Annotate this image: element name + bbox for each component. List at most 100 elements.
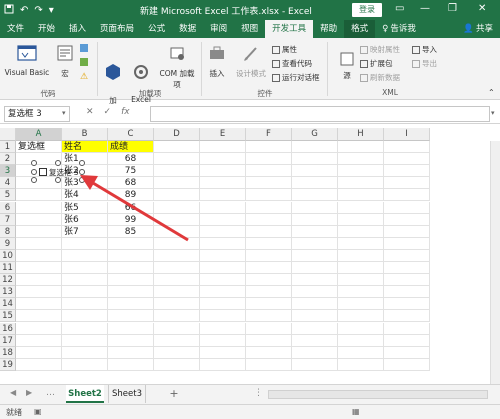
grid-cell[interactable]: [200, 165, 246, 178]
grid-cell[interactable]: [154, 274, 200, 287]
tab-review[interactable]: 审阅: [203, 20, 234, 38]
grid-cell[interactable]: [16, 201, 62, 214]
login-button[interactable]: 登录: [352, 3, 382, 17]
expansion-pack-button[interactable]: 扩展包: [360, 58, 393, 69]
grid-cell[interactable]: [338, 358, 384, 371]
grid-cell[interactable]: [246, 262, 292, 275]
macro-button[interactable]: 宏: [54, 44, 76, 79]
expand-formula-icon[interactable]: ▾: [491, 109, 495, 117]
horizontal-scrollbar[interactable]: [268, 390, 488, 399]
score-cell[interactable]: 85: [108, 225, 154, 238]
grid-cell[interactable]: [338, 310, 384, 323]
grid-cell[interactable]: [108, 286, 154, 299]
grid-cell[interactable]: [200, 213, 246, 226]
grid-cell[interactable]: [338, 274, 384, 287]
tab-page-layout[interactable]: 页面布局: [93, 20, 141, 38]
grid-cell[interactable]: [292, 249, 338, 262]
grid-cell[interactable]: [154, 165, 200, 178]
grid-cell[interactable]: [292, 225, 338, 238]
grid-cell[interactable]: [154, 153, 200, 166]
grid-cell[interactable]: [384, 358, 430, 371]
grid-cell[interactable]: [384, 286, 430, 299]
grid-cell[interactable]: [246, 189, 292, 202]
tab-developer[interactable]: 开发工具: [265, 20, 314, 38]
grid-cell[interactable]: [338, 334, 384, 347]
record-macro-icon[interactable]: [80, 44, 88, 52]
grid-cell[interactable]: [246, 358, 292, 371]
grid-cell[interactable]: [108, 237, 154, 250]
grid-cell[interactable]: [292, 213, 338, 226]
grid-cell[interactable]: [108, 322, 154, 335]
vertical-scrollbar[interactable]: [490, 141, 500, 384]
grid-cell[interactable]: [62, 298, 108, 311]
cell-b1[interactable]: 姓名: [62, 141, 108, 154]
grid-cell[interactable]: [338, 298, 384, 311]
grid-cell[interactable]: [200, 310, 246, 323]
export-button[interactable]: 导出: [412, 58, 437, 69]
refresh-data-button[interactable]: 刷新数据: [360, 72, 400, 83]
grid-cell[interactable]: [292, 322, 338, 335]
grid-cell[interactable]: [154, 201, 200, 214]
row-header-17[interactable]: 17: [0, 334, 16, 347]
grid-cell[interactable]: [200, 262, 246, 275]
grid-cell[interactable]: [292, 346, 338, 359]
restore-icon[interactable]: ❐: [448, 3, 457, 14]
grid-cell[interactable]: [338, 225, 384, 238]
tab-view[interactable]: 视图: [234, 20, 265, 38]
grid-cell[interactable]: [154, 177, 200, 190]
grid-cell[interactable]: [200, 274, 246, 287]
grid-cell[interactable]: [384, 189, 430, 202]
resize-handle[interactable]: [79, 177, 85, 183]
grid-cell[interactable]: [108, 358, 154, 371]
grid-cell[interactable]: [246, 334, 292, 347]
grid-cell[interactable]: [16, 298, 62, 311]
grid-cell[interactable]: [246, 141, 292, 154]
grid-cell[interactable]: [246, 298, 292, 311]
more-sheets-icon[interactable]: …: [46, 388, 55, 398]
grid-cell[interactable]: [154, 346, 200, 359]
grid-cell[interactable]: [200, 298, 246, 311]
grid-cell[interactable]: [200, 141, 246, 154]
grid-cell[interactable]: [338, 322, 384, 335]
grid-cell[interactable]: [292, 262, 338, 275]
macro-record-icon[interactable]: ▣: [34, 407, 42, 416]
grid-cell[interactable]: [16, 262, 62, 275]
relative-reference-icon[interactable]: [80, 58, 88, 66]
row-header-7[interactable]: 7: [0, 213, 16, 226]
grid-cell[interactable]: [246, 346, 292, 359]
column-header-d[interactable]: D: [154, 128, 200, 141]
row-header-2[interactable]: 2: [0, 153, 16, 166]
tab-formulas[interactable]: 公式: [141, 20, 172, 38]
scroll-right-icon[interactable]: ▶: [26, 388, 32, 397]
grid-cell[interactable]: [16, 249, 62, 262]
grid-cell[interactable]: [292, 201, 338, 214]
more-options-icon[interactable]: ⋮: [254, 388, 263, 398]
ribbon-display-icon[interactable]: ▭: [395, 3, 404, 14]
grid-cell[interactable]: [62, 334, 108, 347]
grid-cell[interactable]: [384, 249, 430, 262]
grid-cell[interactable]: [338, 165, 384, 178]
grid-cell[interactable]: [16, 189, 62, 202]
grid-cell[interactable]: [338, 189, 384, 202]
grid-cell[interactable]: [108, 274, 154, 287]
cell-a1[interactable]: 复选框: [16, 141, 62, 154]
grid-cell[interactable]: [384, 141, 430, 154]
grid-cell[interactable]: [108, 346, 154, 359]
grid-cell[interactable]: [384, 334, 430, 347]
score-cell[interactable]: 68: [108, 177, 154, 190]
grid-cell[interactable]: [384, 213, 430, 226]
visual-basic-button[interactable]: Visual Basic: [4, 44, 50, 77]
grid-cell[interactable]: [292, 298, 338, 311]
grid-cell[interactable]: [384, 201, 430, 214]
column-header-f[interactable]: F: [246, 128, 292, 141]
grid-cell[interactable]: [62, 310, 108, 323]
row-header-1[interactable]: 1: [0, 141, 16, 154]
grid-cell[interactable]: [200, 177, 246, 190]
formula-input[interactable]: [150, 106, 490, 122]
grid-cell[interactable]: [154, 310, 200, 323]
checkbox-control[interactable]: 复选框 3: [31, 160, 85, 183]
insert-control-button[interactable]: 插入: [206, 44, 228, 79]
row-header-6[interactable]: 6: [0, 201, 16, 214]
name-cell[interactable]: 张6: [62, 213, 108, 226]
resize-handle[interactable]: [31, 169, 37, 175]
